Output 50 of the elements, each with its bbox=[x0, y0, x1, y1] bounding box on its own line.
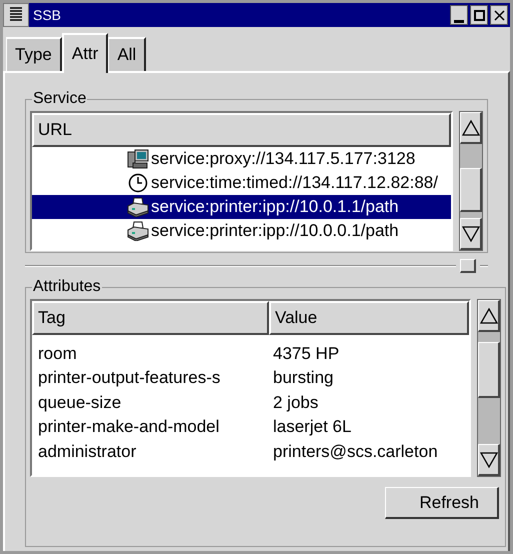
splitter-handle[interactable] bbox=[460, 259, 476, 273]
service-url[interactable]: service:time:timed://134.117.12.82:88/ bbox=[151, 170, 438, 196]
down-arrow-icon bbox=[462, 224, 480, 242]
table-cell-text: bursting bbox=[272, 367, 334, 389]
service-url[interactable]: service:printer:ipp://10.0.0.1/path bbox=[151, 218, 399, 244]
scrollbar[interactable] bbox=[477, 299, 501, 477]
table-cell-text: administrator bbox=[37, 440, 138, 462]
clock-icon bbox=[128, 173, 148, 193]
scrollbar-thumb[interactable] bbox=[460, 168, 482, 212]
scroll-down-button[interactable] bbox=[460, 218, 482, 250]
scrollbar-thumb[interactable] bbox=[478, 342, 500, 398]
column-header[interactable]: URL bbox=[32, 113, 451, 147]
selected-row[interactable]: service:printer:ipp://10.0.1.1/path bbox=[32, 195, 451, 219]
printer-icon bbox=[126, 221, 150, 241]
scroll-down-button[interactable] bbox=[478, 444, 500, 476]
table-cell-text: 4375 HP bbox=[272, 342, 340, 364]
computer-icon bbox=[127, 149, 149, 169]
tab[interactable]: Attr bbox=[62, 33, 108, 73]
column-header[interactable]: Tag bbox=[32, 301, 269, 335]
up-arrow-icon bbox=[462, 118, 480, 136]
table-cell-text: room bbox=[37, 342, 78, 364]
maximize-icon bbox=[474, 10, 484, 20]
table-cell-text: 2 jobs bbox=[272, 392, 318, 414]
window-title: SSB bbox=[33, 6, 62, 24]
refresh-button[interactable]: Refresh bbox=[385, 487, 499, 519]
group-title: Attributes bbox=[32, 277, 102, 297]
close-icon bbox=[494, 10, 504, 20]
scrollbar[interactable] bbox=[459, 111, 483, 251]
window-menu-button[interactable] bbox=[3, 3, 29, 27]
scroll-up-button[interactable] bbox=[478, 300, 500, 332]
printer-icon bbox=[126, 197, 150, 217]
tab[interactable]: All bbox=[108, 37, 146, 71]
scroll-up-button[interactable] bbox=[460, 112, 482, 144]
table-cell-text: printers@scs.carleton bbox=[272, 440, 438, 462]
group-title: Service bbox=[32, 89, 88, 109]
minimize-icon bbox=[454, 20, 464, 24]
column-header[interactable]: Value bbox=[269, 301, 469, 335]
table-cell-text: laserjet 6L bbox=[272, 416, 352, 438]
table-cell-text: queue-size bbox=[37, 392, 122, 414]
up-arrow-icon bbox=[480, 306, 498, 324]
table-cell-text: printer-output-features-s bbox=[37, 367, 222, 389]
tab[interactable]: Type bbox=[6, 37, 62, 71]
table-cell-text: printer-make-and-model bbox=[37, 416, 220, 438]
maximize-button[interactable] bbox=[470, 5, 488, 25]
service-url[interactable]: service:printer:ipp://10.0.1.1/path bbox=[151, 194, 399, 220]
menu-icon bbox=[10, 7, 22, 23]
service-url[interactable]: service:proxy://134.117.5.177:3128 bbox=[151, 146, 416, 172]
close-button[interactable] bbox=[490, 5, 508, 25]
down-arrow-icon bbox=[480, 450, 498, 468]
minimize-button[interactable] bbox=[450, 5, 468, 25]
